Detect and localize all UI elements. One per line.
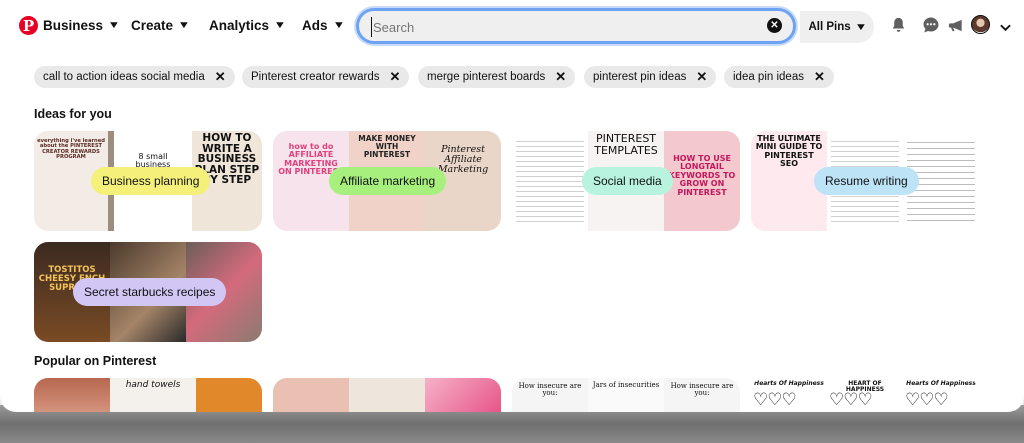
- pin-text: Hearts Of Happiness: [906, 380, 976, 387]
- board-label-social-media: Social media: [582, 167, 673, 195]
- pin-text-lines: [516, 137, 584, 225]
- pin-text: MAKE MONEY WITH PINTEREST: [358, 134, 416, 159]
- ideas-for-you-title: Ideas for you: [34, 107, 112, 121]
- nav-ads-label: Ads: [302, 18, 328, 33]
- recent-search-chip[interactable]: call to action ideas social media ✕: [34, 66, 235, 88]
- recent-search-chip[interactable]: merge pinterest boards ✕: [418, 66, 576, 88]
- popular-pin-group[interactable]: hand towels: [34, 378, 262, 412]
- pin-thumbnail: [34, 378, 110, 412]
- search-scope-dropdown[interactable]: All Pins ▼: [800, 11, 874, 43]
- pin-thumbnail: [273, 378, 349, 412]
- chip-label: call to action ideas social media: [43, 71, 205, 83]
- chevron-down-icon: ▼: [107, 20, 121, 31]
- clear-search-icon[interactable]: ✕: [767, 18, 782, 33]
- megaphone-icon[interactable]: [946, 15, 966, 35]
- pin-thumbnail: Jars of insecurities: [588, 378, 664, 412]
- nav-ads[interactable]: Ads ▼: [302, 18, 345, 33]
- pinterest-window: P Business ▼ Create ▼ Analytics ▼ Ads ▼ …: [0, 0, 1024, 412]
- pin-thumbnail: [512, 131, 588, 231]
- heart-outline-icon: ♡♡♡: [829, 390, 873, 409]
- pin-thumbnail: [196, 378, 262, 412]
- popular-pin-group[interactable]: [273, 378, 501, 412]
- pin-thumbnail: Hearts Of Happiness ♡♡♡: [751, 378, 827, 412]
- chevron-down-icon: ▼: [177, 20, 191, 31]
- nav-analytics[interactable]: Analytics ▼: [209, 18, 287, 33]
- popular-pin-group[interactable]: How insecure are you: Jars of insecuriti…: [512, 378, 740, 412]
- account-avatar[interactable]: [971, 15, 990, 34]
- pin-text: How insecure are you:: [670, 382, 734, 398]
- pin-text: Jars of insecurities: [592, 381, 660, 389]
- search-bar: ✕: [356, 8, 796, 44]
- recent-search-chip[interactable]: pinterest pin ideas ✕: [584, 66, 717, 88]
- pin-thumbnail: hand towels: [110, 378, 196, 412]
- remove-chip-icon[interactable]: ✕: [696, 69, 707, 85]
- chip-label: Pinterest creator rewards: [251, 71, 380, 83]
- chevron-down-icon: ▼: [332, 20, 345, 31]
- pin-thumbnail: HOW TO USE LONGTAIL KEYWORDS TO GROW ON …: [664, 131, 740, 231]
- account-chevron-down-icon[interactable]: [1000, 19, 1011, 37]
- popular-on-pinterest-title: Popular on Pinterest: [34, 354, 157, 368]
- pin-text: everything i've learned about the PINTER…: [37, 138, 105, 161]
- recent-search-chip[interactable]: Pinterest creator rewards ✕: [242, 66, 410, 88]
- pinterest-logo-icon[interactable]: P: [19, 16, 38, 35]
- pin-text: hand towels: [125, 380, 181, 390]
- pin-text: THE ULTIMATE MINI GUIDE TO PINTEREST SEO: [755, 134, 823, 169]
- remove-chip-icon[interactable]: ✕: [389, 69, 400, 85]
- pin-text: PINTEREST TEMPLATES: [594, 132, 658, 157]
- search-scope-label: All Pins: [808, 21, 851, 33]
- remove-chip-icon[interactable]: ✕: [215, 69, 226, 85]
- heart-outline-icon: ♡♡♡: [753, 390, 797, 409]
- search-input[interactable]: [371, 17, 755, 37]
- nav-create-label: Create: [131, 18, 174, 33]
- messages-icon[interactable]: [921, 15, 941, 35]
- board-label-business-planning: Business planning: [91, 167, 211, 195]
- pin-text: How insecure are you:: [518, 382, 582, 398]
- pin-thumbnail: How insecure are you:: [512, 378, 588, 412]
- board-label-resume-writing: Resume writing: [814, 167, 919, 195]
- pin-text: Hearts Of Happiness: [754, 380, 824, 387]
- chip-label: idea pin ideas: [733, 71, 804, 83]
- pin-text: HOW TO USE LONGTAIL KEYWORDS TO GROW ON …: [668, 154, 736, 197]
- notifications-bell-icon[interactable]: [888, 15, 908, 35]
- chip-label: merge pinterest boards: [427, 71, 546, 83]
- top-navigation-bar: P Business ▼ Create ▼ Analytics ▼ Ads ▼ …: [0, 0, 1024, 52]
- nav-business-label: Business: [43, 18, 104, 33]
- recent-search-chip[interactable]: idea pin ideas ✕: [724, 66, 834, 88]
- nav-analytics-label: Analytics: [209, 18, 270, 33]
- board-label-affiliate-marketing: Affiliate marketing: [329, 167, 447, 195]
- pin-thumbnail: [349, 378, 425, 412]
- nav-create[interactable]: Create ▼: [131, 18, 191, 33]
- remove-chip-icon[interactable]: ✕: [555, 69, 566, 85]
- pin-thumbnail: How insecure are you:: [664, 378, 740, 412]
- remove-chip-icon[interactable]: ✕: [814, 69, 825, 85]
- nav-business[interactable]: Business ▼: [43, 18, 121, 33]
- chip-label: pinterest pin ideas: [593, 71, 687, 83]
- chevron-down-icon: ▼: [854, 21, 868, 33]
- pin-thumbnail: HEART OF HAPPINESS ♡♡♡: [827, 378, 903, 412]
- pin-thumbnail: [425, 378, 501, 412]
- popular-pin-group[interactable]: Hearts Of Happiness ♡♡♡ HEART OF HAPPINE…: [751, 378, 979, 412]
- heart-outline-icon: ♡♡♡: [905, 390, 949, 409]
- pin-thumbnail: Hearts Of Happiness ♡♡♡: [903, 378, 979, 412]
- board-label-secret-starbucks-recipes: Secret starbucks recipes: [73, 278, 227, 306]
- chevron-down-icon: ▼: [273, 20, 287, 31]
